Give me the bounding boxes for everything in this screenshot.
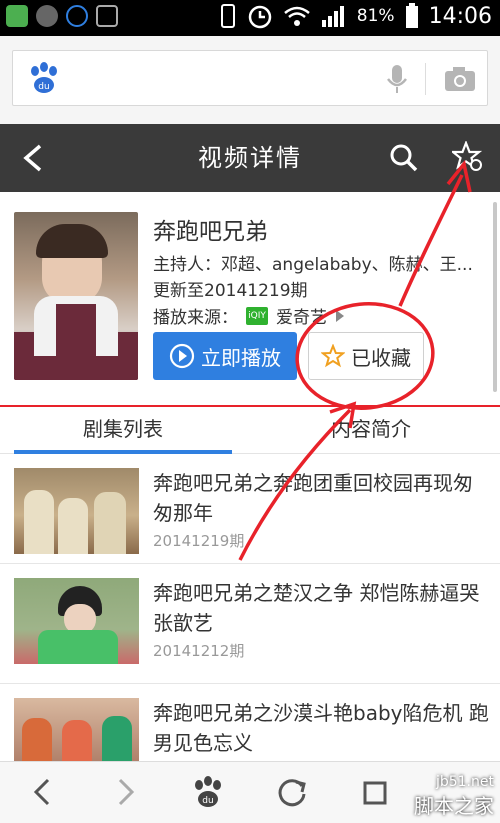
- favorited-label: 已收藏: [351, 345, 411, 370]
- source-name: 爱奇艺: [276, 308, 327, 328]
- signal-icon: [321, 6, 344, 27]
- tabs-icon[interactable]: [356, 772, 396, 812]
- notification-icons: [6, 5, 118, 27]
- watermark: jb51.net 脚本之家: [414, 774, 494, 819]
- list-item[interactable]: 奔跑吧兄弟之楚汉之争 郑恺陈赫逼哭张歆艺 20141212期: [0, 566, 500, 684]
- play-circle-icon: [169, 343, 195, 369]
- source-line[interactable]: 播放来源： iQIY 爱奇艺: [153, 303, 345, 328]
- favorited-button[interactable]: 已收藏: [308, 332, 424, 380]
- baidu-paw-icon: du: [31, 62, 57, 93]
- play-now-label: 立即播放: [201, 345, 281, 370]
- app-notification-icon: [6, 5, 28, 27]
- leaf-notification-icon: [36, 5, 58, 27]
- play-now-button[interactable]: 立即播放: [153, 332, 297, 380]
- chevron-right-icon: [336, 309, 344, 322]
- page-header: 视频详情: [0, 124, 500, 192]
- svg-text:du: du: [202, 796, 213, 806]
- status-bar: 81% 14:06: [0, 0, 500, 36]
- episode-title: 奔跑吧兄弟之楚汉之争 郑恺陈赫逼哭张歆艺: [153, 581, 480, 635]
- alarm-icon: [248, 5, 272, 29]
- active-tab-indicator: [14, 450, 232, 454]
- battery-percent: 81%: [356, 6, 395, 26]
- browser-search-area: du: [0, 36, 500, 124]
- episode-thumbnail: [14, 698, 139, 762]
- tab-bar: 剧集列表 内容简介: [0, 406, 500, 454]
- camera-icon[interactable]: [443, 65, 477, 93]
- scrollbar[interactable]: [493, 202, 497, 392]
- forward-arrow-icon[interactable]: [106, 772, 146, 812]
- show-poster[interactable]: [14, 212, 138, 380]
- tab-synopsis[interactable]: 内容简介: [262, 407, 480, 455]
- iqiyi-logo-icon: iQIY: [246, 306, 268, 325]
- search-input[interactable]: du: [12, 50, 488, 106]
- list-item[interactable]: 奔跑吧兄弟之沙漠斗艳baby陷危机 跑男见色忘义: [0, 686, 500, 762]
- baidu-home-icon[interactable]: du: [188, 772, 228, 812]
- tab-episode-list[interactable]: 剧集列表: [14, 407, 232, 455]
- episode-date: 20141219期: [153, 532, 245, 550]
- favorite-star-icon[interactable]: [452, 141, 484, 173]
- chat-notification-icon: [66, 5, 88, 27]
- watermark-url: jb51.net: [435, 774, 494, 790]
- wifi-icon: [283, 6, 310, 26]
- system-icons: 81% 14:06: [219, 3, 492, 29]
- host-line: 主持人：邓超、angelababy、陈赫、王...: [153, 255, 473, 275]
- back-arrow-icon[interactable]: [22, 772, 62, 812]
- episode-thumbnail: [14, 578, 139, 664]
- star-icon: [321, 344, 345, 368]
- refresh-icon[interactable]: [272, 772, 312, 812]
- episode-thumbnail: [14, 468, 139, 554]
- screen: 81% 14:06 du 视频详情 奔跑吧兄弟 主持人：邓超、angelabab…: [0, 0, 500, 823]
- show-title: 奔跑吧兄弟: [153, 219, 268, 245]
- device-notification-icon: [96, 5, 118, 27]
- clock: 14:06: [428, 3, 492, 29]
- episode-title: 奔跑吧兄弟之奔跑团重回校园再现匆匆那年: [153, 471, 473, 525]
- source-label: 播放来源：: [153, 308, 238, 328]
- show-detail: 奔跑吧兄弟 主持人：邓超、angelababy、陈赫、王... 更新至20141…: [0, 192, 500, 404]
- microphone-icon[interactable]: [385, 63, 409, 95]
- battery-icon: [405, 3, 418, 28]
- svg-text:du: du: [38, 82, 49, 92]
- separator: [425, 63, 426, 95]
- watermark-name: 脚本之家: [414, 794, 494, 818]
- list-item[interactable]: 奔跑吧兄弟之奔跑团重回校园再现匆匆那年 20141219期: [0, 456, 500, 564]
- update-line: 更新至20141219期: [153, 281, 308, 301]
- episode-date: 20141212期: [153, 642, 245, 660]
- search-icon[interactable]: [389, 143, 419, 173]
- vibrate-icon: [220, 4, 235, 28]
- episode-title: 奔跑吧兄弟之沙漠斗艳baby陷危机 跑男见色忘义: [153, 701, 489, 755]
- page-title: 视频详情: [198, 144, 302, 172]
